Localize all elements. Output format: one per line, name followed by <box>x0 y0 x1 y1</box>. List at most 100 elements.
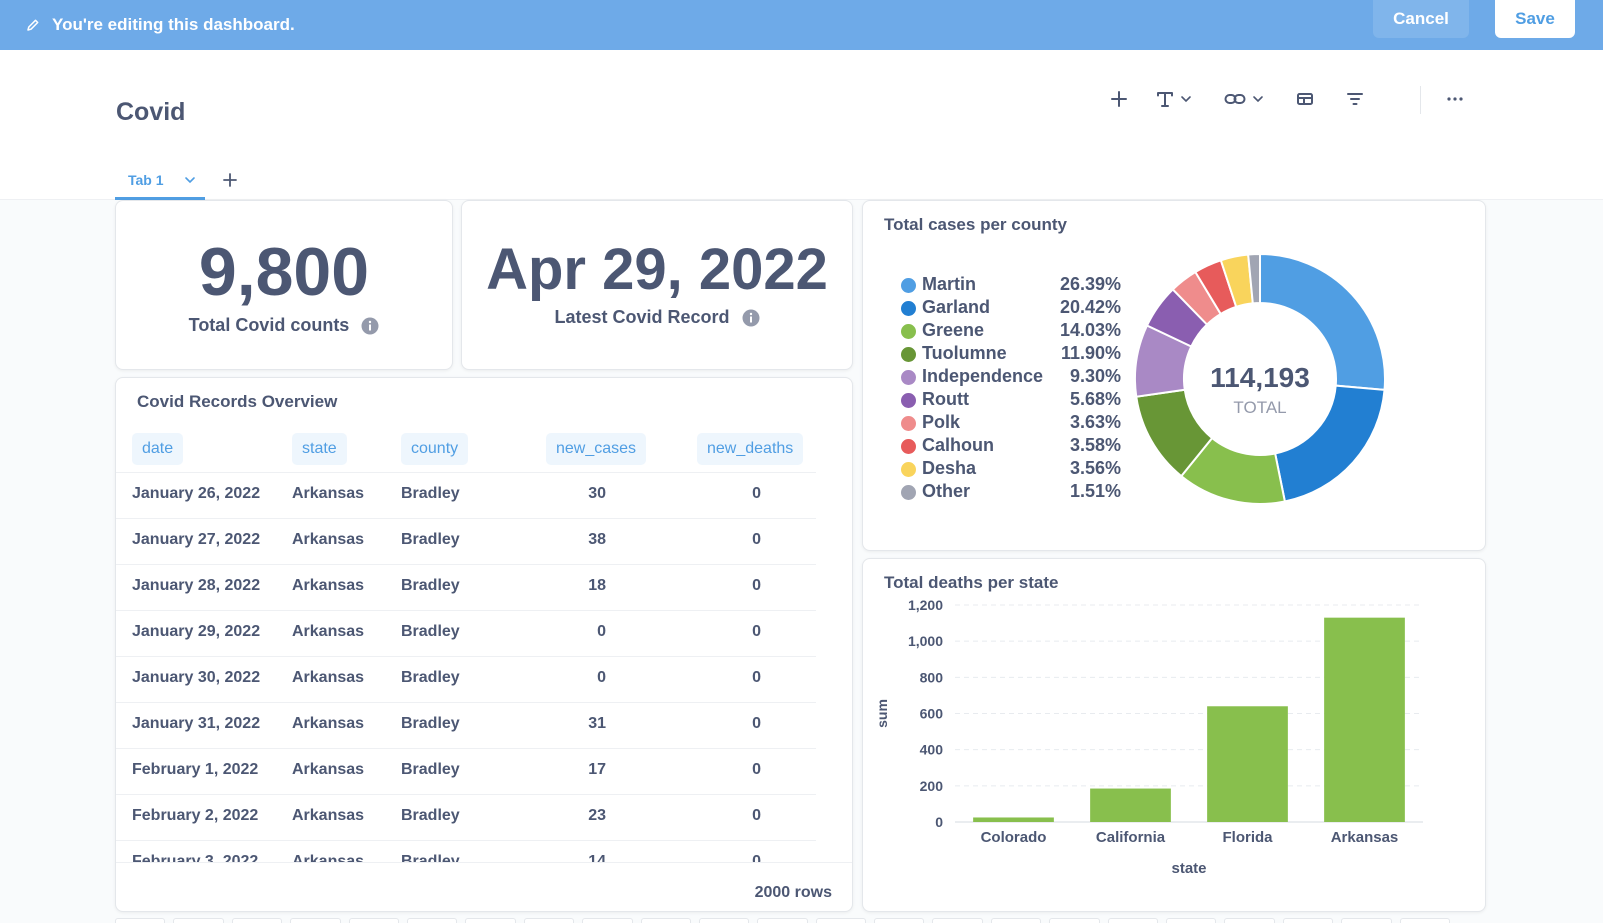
cell-date: February 2, 2022 <box>132 807 259 824</box>
total-counts-label: Total Covid counts <box>188 315 350 335</box>
cell-new-cases: 14 <box>588 853 606 862</box>
cell-state: Arkansas <box>292 669 365 686</box>
page-title[interactable]: Covid <box>116 98 185 127</box>
cell-county: Bradley <box>401 853 460 862</box>
info-icon[interactable] <box>361 317 379 335</box>
bar[interactable] <box>1324 617 1405 822</box>
cell-new-deaths: 0 <box>752 485 761 502</box>
cell-new-deaths: 0 <box>752 715 761 732</box>
column-header-state[interactable]: state <box>292 433 347 465</box>
link-icon <box>1224 94 1246 104</box>
y-tick-label: 1,000 <box>908 633 943 649</box>
cell-new-cases: 18 <box>588 577 606 594</box>
add-icon <box>1111 91 1127 107</box>
cell-state: Arkansas <box>292 807 365 824</box>
y-tick-label: 1,200 <box>908 597 943 613</box>
bar[interactable] <box>973 817 1054 822</box>
column-header-date[interactable]: date <box>132 433 184 465</box>
column-header-new-deaths[interactable]: new_deaths <box>697 433 804 465</box>
add-filter-button[interactable] <box>1346 90 1364 108</box>
x-axis-label: state <box>1171 860 1206 877</box>
next-row-cards <box>115 918 1450 923</box>
cell-new-cases: 0 <box>597 669 606 686</box>
add-tab-button[interactable] <box>223 170 237 193</box>
add-link-button[interactable] <box>1224 90 1264 108</box>
x-tick-label: Arkansas <box>1331 829 1399 846</box>
latest-record-label-row: Latest Covid Record <box>462 307 852 328</box>
more-options-button[interactable] <box>1446 90 1464 108</box>
cell-date: January 29, 2022 <box>132 623 261 640</box>
column-header-county[interactable]: county <box>401 433 469 465</box>
cell-date: February 1, 2022 <box>132 761 259 778</box>
cell-state: Arkansas <box>292 577 365 594</box>
donut-slice[interactable] <box>1273 384 1386 503</box>
add-section-button[interactable] <box>1296 90 1314 108</box>
cell-new-deaths: 0 <box>752 531 761 548</box>
cell-state: Arkansas <box>292 853 365 862</box>
add-question-button[interactable] <box>1110 90 1128 108</box>
y-axis-label: sum <box>874 699 890 728</box>
latest-record-label: Latest Covid Record <box>554 307 730 327</box>
cell-date: January 31, 2022 <box>132 715 261 732</box>
table-row[interactable]: February 2, 2022 Arkansas Bradley 23 0 <box>116 794 816 840</box>
chevron-down-icon[interactable] <box>184 174 196 186</box>
tab-1[interactable]: Tab 1 <box>115 162 205 200</box>
cell-date: January 30, 2022 <box>132 669 261 686</box>
y-tick-label: 800 <box>920 669 944 685</box>
cell-new-deaths: 0 <box>752 577 761 594</box>
row-count: 2000 rows <box>754 884 832 901</box>
pencil-icon <box>27 19 39 31</box>
cell-county: Bradley <box>401 761 460 778</box>
x-tick-label: California <box>1096 829 1166 846</box>
latest-record-card[interactable]: Apr 29, 2022 Latest Covid Record <box>461 200 853 370</box>
bar[interactable] <box>1090 788 1171 822</box>
cell-date: January 26, 2022 <box>132 485 261 502</box>
y-tick-label: 0 <box>935 814 943 830</box>
x-tick-label: Florida <box>1222 829 1273 846</box>
toolbar-divider <box>1420 86 1421 114</box>
table-footer-divider <box>116 862 852 863</box>
card-title[interactable]: Covid Records Overview <box>137 392 337 412</box>
cell-date: January 28, 2022 <box>132 577 261 594</box>
bar[interactable] <box>1207 706 1288 822</box>
table-row[interactable]: February 3, 2022 Arkansas Bradley 14 0 <box>116 840 816 862</box>
info-icon[interactable] <box>742 309 760 327</box>
donut-total-label: TOTAL <box>1233 398 1286 417</box>
table-row[interactable]: January 31, 2022 Arkansas Bradley 31 0 <box>116 702 816 748</box>
column-header-new-cases[interactable]: new_cases <box>546 433 647 465</box>
cell-date: January 27, 2022 <box>132 531 261 548</box>
cell-county: Bradley <box>401 669 460 686</box>
save-button[interactable]: Save <box>1495 0 1575 38</box>
table-row[interactable]: January 26, 2022 Arkansas Bradley 30 0 <box>116 472 816 518</box>
cell-new-deaths: 0 <box>752 623 761 640</box>
table-row[interactable]: February 1, 2022 Arkansas Bradley 17 0 <box>116 748 816 794</box>
edit-message-text: You're editing this dashboard. <box>52 15 295 34</box>
deaths-per-state-card: Total deaths per state 0 200 400 600 800 1,00… <box>862 558 1486 912</box>
y-tick-label: 400 <box>920 742 944 758</box>
y-tick-label: 200 <box>920 778 944 794</box>
dashboard-header: Covid Tab 1 <box>0 50 1603 200</box>
cell-new-cases: 23 <box>588 807 606 824</box>
more-icon <box>1447 97 1463 101</box>
edit-message: You're editing this dashboard. <box>26 15 295 35</box>
cancel-button[interactable]: Cancel <box>1373 0 1469 38</box>
cell-state: Arkansas <box>292 485 365 502</box>
cell-new-cases: 31 <box>588 715 606 732</box>
records-table-card: Covid Records Overview date state county… <box>115 377 853 912</box>
table-row[interactable]: January 27, 2022 Arkansas Bradley 38 0 <box>116 518 816 564</box>
cell-state: Arkansas <box>292 761 365 778</box>
table-row[interactable]: January 28, 2022 Arkansas Bradley 18 0 <box>116 564 816 610</box>
total-counts-card[interactable]: 9,800 Total Covid counts <box>115 200 453 370</box>
cell-state: Arkansas <box>292 715 365 732</box>
cell-state: Arkansas <box>292 623 365 640</box>
cell-new-deaths: 0 <box>752 853 761 862</box>
cell-county: Bradley <box>401 623 460 640</box>
add-text-button[interactable] <box>1156 90 1192 108</box>
add-icon <box>223 173 237 187</box>
filter-icon <box>1347 93 1363 105</box>
table-row[interactable]: January 29, 2022 Arkansas Bradley 0 0 <box>116 610 816 656</box>
table-body: January 26, 2022 Arkansas Bradley 30 0 Januar… <box>116 472 816 862</box>
table-row[interactable]: January 30, 2022 Arkansas Bradley 0 0 <box>116 656 816 702</box>
total-counts-value: 9,800 <box>198 234 370 310</box>
x-tick-label: Colorado <box>981 829 1047 846</box>
